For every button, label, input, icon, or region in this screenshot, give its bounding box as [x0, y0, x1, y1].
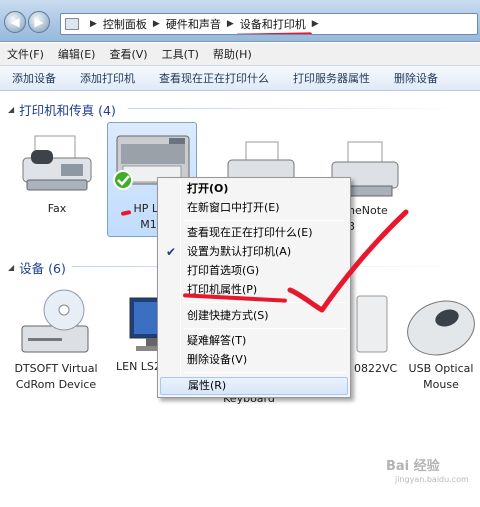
fax-icon	[17, 132, 97, 200]
title-bar: ◀ ▶ ▶ 控制面板 ▶ 硬件和声音 ▶ 设备和打印机 ▶	[0, 0, 480, 42]
printers-group-title: 打印机和传真 (4)	[19, 103, 116, 118]
remove-device-button[interactable]: 删除设备	[382, 70, 450, 86]
device-label-line2: Mouse	[423, 378, 459, 391]
menu-view[interactable]: 查看(V)	[102, 46, 154, 62]
collapse-triangle-icon: ◢	[8, 105, 15, 114]
baidu-watermark-url: jingyan.baidu.com	[395, 475, 469, 484]
breadcrumb-control-panel[interactable]: 控制面板	[103, 16, 147, 32]
device-label: Fax	[47, 202, 67, 215]
add-printer-button[interactable]: 添加打印机	[68, 70, 147, 86]
back-button[interactable]: ◀	[4, 11, 26, 33]
command-toolbar: 添加设备 添加打印机 查看现在正在打印什么 打印服务器属性 删除设备	[0, 65, 480, 91]
menu-separator	[184, 372, 346, 373]
device-cdrom[interactable]: DTSOFT Virtual CdRom Device	[11, 288, 101, 392]
menu-item-open[interactable]: 打开(O)	[160, 180, 348, 198]
add-device-button[interactable]: 添加设备	[0, 70, 68, 86]
forward-button[interactable]: ▶	[28, 11, 50, 33]
breadcrumb-current-label: 设备和打印机	[239, 18, 306, 31]
devices-group-title: 设备 (6)	[19, 261, 66, 276]
device-label: USB Optical	[408, 362, 474, 375]
group-divider	[128, 108, 468, 109]
menu-bar: 文件(F) 编辑(E) 查看(V) 工具(T) 帮助(H)	[0, 43, 480, 65]
chevron-right-icon: ▶	[226, 19, 234, 29]
see-printing-button[interactable]: 查看现在正在打印什么	[147, 70, 281, 86]
menu-item-label: 设置为默认打印机(A)	[187, 245, 292, 258]
red-annotation-checkmark	[287, 209, 409, 313]
device-label-line2: CdRom Device	[15, 378, 97, 391]
red-annotation-underline	[235, 32, 312, 34]
address-bar[interactable]: ▶ 控制面板 ▶ 硬件和声音 ▶ 设备和打印机 ▶	[60, 13, 478, 35]
breadcrumb-devices-printers[interactable]: 设备和打印机	[235, 16, 312, 34]
menu-help[interactable]: 帮助(H)	[206, 46, 259, 62]
menu-file[interactable]: 文件(F)	[0, 46, 51, 62]
back-arrow-icon: ◀	[10, 15, 20, 29]
cdrom-icon	[16, 288, 96, 360]
menu-tools[interactable]: 工具(T)	[155, 46, 206, 62]
devices-group-header[interactable]: ◢ 设备 (6)	[8, 258, 66, 277]
forward-arrow-icon: ▶	[34, 15, 44, 29]
menu-item-remove-device[interactable]: 删除设备(V)	[160, 351, 348, 369]
menu-item-troubleshoot[interactable]: 疑难解答(T)	[160, 332, 348, 350]
menu-separator	[184, 328, 346, 329]
menu-item-properties[interactable]: 属性(R)	[160, 377, 348, 395]
menu-edit[interactable]: 编辑(E)	[51, 46, 103, 62]
baidu-watermark: Bai 经验	[386, 459, 440, 474]
control-panel-icon	[65, 18, 79, 30]
printers-group-header[interactable]: ◢ 打印机和传真 (4)	[8, 100, 116, 119]
collapse-triangle-icon: ◢	[8, 263, 15, 272]
breadcrumb-hardware-sound[interactable]: 硬件和声音	[166, 16, 221, 32]
chevron-right-icon: ▶	[311, 19, 319, 29]
chevron-right-icon: ▶	[152, 19, 160, 29]
check-icon: ✔	[166, 245, 177, 259]
print-server-properties-button[interactable]: 打印服务器属性	[281, 70, 382, 86]
device-fax[interactable]: Fax	[12, 132, 102, 216]
device-label: DTSOFT Virtual	[14, 362, 98, 375]
chevron-right-icon: ▶	[90, 19, 97, 29]
